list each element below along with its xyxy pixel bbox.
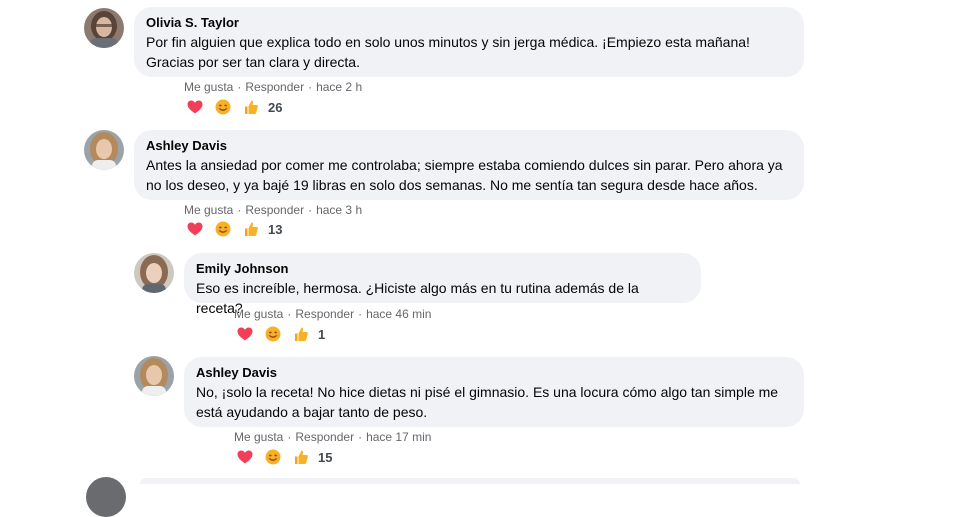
smile-icon	[264, 448, 282, 466]
comment-text-line: Gracias por ser tan clara y directa.	[146, 54, 360, 70]
comment-meta: Me gusta · Responder · hace 46 min	[234, 307, 431, 321]
reaction-count: 1	[318, 326, 326, 342]
avatar-photo	[134, 253, 174, 293]
comment-meta: Me gusta · Responder · hace 17 min	[234, 430, 431, 444]
reaction-summary[interactable]: 1	[236, 324, 325, 344]
smile-icon	[214, 98, 232, 116]
reply-link[interactable]: Responder	[295, 430, 354, 444]
smile-icon	[264, 325, 282, 343]
separator-dot: ·	[358, 430, 363, 444]
like-link[interactable]: Me gusta	[184, 203, 233, 217]
comment-meta: Me gusta · Responder · hace 2 h	[184, 80, 362, 94]
comment-author[interactable]: Ashley Davis	[146, 138, 792, 154]
comment-text-line: Por fin alguien que explica todo en solo…	[146, 34, 750, 50]
comment-author[interactable]: Olivia S. Taylor	[146, 15, 792, 31]
avatar-photo	[134, 356, 174, 396]
reaction-summary[interactable]: 15	[236, 447, 332, 467]
next-comment-bubble	[140, 478, 800, 484]
reply-link[interactable]: Responder	[245, 80, 304, 94]
avatar-photo	[84, 130, 124, 170]
reply-link[interactable]: Responder	[245, 203, 304, 217]
like-link[interactable]: Me gusta	[184, 80, 233, 94]
separator-dot: ·	[287, 307, 292, 321]
heart-icon	[236, 325, 254, 343]
separator-dot: ·	[237, 203, 242, 217]
heart-icon	[186, 98, 204, 116]
avatar[interactable]	[134, 253, 174, 293]
timestamp[interactable]: hace 46 min	[366, 307, 431, 321]
separator-dot: ·	[358, 307, 363, 321]
reply-link[interactable]: Responder	[295, 307, 354, 321]
comment-bubble: Ashley Davis Antes la ansiedad por comer…	[134, 130, 804, 200]
comment-author[interactable]: Emily Johnson	[196, 261, 689, 277]
reaction-count: 26	[268, 99, 283, 115]
next-comment-avatar[interactable]	[86, 477, 126, 517]
comment-text-line: está ayudando a bajar tanto de peso.	[196, 404, 428, 420]
comment-text-line: no los deseo, y ya bajé 19 libras en sol…	[146, 177, 758, 193]
like-link[interactable]: Me gusta	[234, 430, 283, 444]
separator-dot: ·	[308, 203, 313, 217]
comment-bubble: Ashley Davis No, ¡solo la receta! No hic…	[184, 357, 804, 427]
reaction-count: 13	[268, 221, 283, 237]
reaction-count: 15	[318, 449, 333, 465]
comment-bubble: Emily Johnson Eso es increíble, hermosa.…	[184, 253, 701, 316]
comment-author[interactable]: Ashley Davis	[196, 365, 792, 381]
separator-dot: ·	[308, 80, 313, 94]
separator-dot: ·	[287, 430, 292, 444]
comment-text-line: Antes la ansiedad por comer me controlab…	[146, 157, 783, 173]
avatar-photo	[84, 8, 124, 48]
reaction-summary[interactable]: 13	[186, 219, 282, 239]
comment-text-line: No, ¡solo la receta! No hice dietas ni p…	[196, 384, 779, 400]
separator-dot: ·	[237, 80, 242, 94]
thumbs-up-icon	[292, 448, 310, 466]
heart-icon	[186, 220, 204, 238]
avatar[interactable]	[84, 8, 124, 48]
timestamp[interactable]: hace 17 min	[366, 430, 431, 444]
reaction-summary[interactable]: 26	[186, 97, 282, 117]
like-link[interactable]: Me gusta	[234, 307, 283, 321]
smile-icon	[214, 220, 232, 238]
avatar[interactable]	[134, 356, 174, 396]
thumbs-up-icon	[242, 98, 260, 116]
thumbs-up-icon	[292, 325, 310, 343]
avatar[interactable]	[84, 130, 124, 170]
timestamp[interactable]: hace 3 h	[316, 203, 362, 217]
thumbs-up-icon	[242, 220, 260, 238]
timestamp[interactable]: hace 2 h	[316, 80, 362, 94]
comment-bubble: Olivia S. Taylor Por fin alguien que exp…	[134, 7, 804, 77]
heart-icon	[236, 448, 254, 466]
comment-meta: Me gusta · Responder · hace 3 h	[184, 203, 362, 217]
